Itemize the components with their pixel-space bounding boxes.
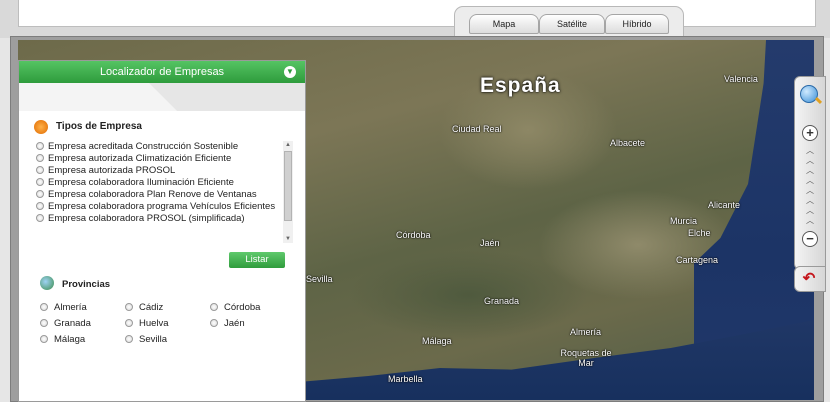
radio-button[interactable]	[125, 319, 133, 327]
zoom-step-icon[interactable]: ︿	[803, 187, 817, 195]
radio-button[interactable]	[210, 319, 218, 327]
map-label-city: Córdoba	[396, 230, 431, 240]
company-type-option[interactable]: Empresa colaboradora PROSOL (simplificad…	[34, 213, 280, 224]
scroll-up-icon[interactable]: ▲	[283, 141, 293, 149]
listar-button[interactable]: Listar	[229, 252, 285, 268]
company-list-scrollbar[interactable]: ▲ ▼	[283, 141, 293, 243]
radio-button[interactable]	[36, 166, 44, 174]
terrain-region	[348, 250, 588, 340]
province-option[interactable]: Granada	[40, 318, 91, 329]
province-option[interactable]: Córdoba	[210, 302, 260, 313]
province-option[interactable]: Huelva	[125, 318, 169, 329]
radio-button[interactable]	[40, 319, 48, 327]
company-type-icon	[34, 120, 48, 134]
zoom-step-icon[interactable]: ︿	[803, 167, 817, 175]
province-option[interactable]: Málaga	[40, 334, 85, 345]
company-type-option[interactable]: Empresa colaboradora programa Vehículos …	[34, 201, 280, 212]
radio-button[interactable]	[36, 154, 44, 162]
company-type-list[interactable]: Empresa acreditada Construcción Sostenib…	[34, 141, 280, 243]
panel-title: Localizador de Empresas	[99, 66, 225, 78]
tab-hibrido[interactable]: Híbrido	[605, 14, 669, 34]
map-label-city: Albacete	[610, 138, 646, 148]
map-label-city: Alicante	[708, 200, 741, 210]
company-type-option[interactable]: Empresa autorizada Climatización Eficien…	[34, 153, 280, 164]
map-label-city: Murcia	[670, 216, 698, 226]
zoom-step-icon[interactable]: ︿	[803, 147, 817, 155]
zoom-out-icon[interactable]: −	[802, 231, 818, 247]
tab-mapa[interactable]: Mapa	[469, 14, 539, 34]
zoom-step-icon[interactable]: ︿	[803, 197, 817, 205]
map-label-city: Ciudad Real	[452, 124, 502, 134]
map-label-city: Valencia	[724, 74, 758, 84]
province-option[interactable]: Cádiz	[125, 302, 163, 313]
radio-button[interactable]	[125, 303, 133, 311]
company-type-option[interactable]: Empresa acreditada Construcción Sostenib…	[34, 141, 280, 152]
radio-button[interactable]	[125, 335, 133, 343]
radio-button[interactable]	[36, 142, 44, 150]
company-type-option[interactable]: Empresa autorizada PROSOL	[34, 165, 280, 176]
provinces-title: Provincias	[62, 279, 111, 290]
map-label-city: Málaga	[422, 336, 452, 346]
company-type-option[interactable]: Empresa colaboradora Iluminación Eficien…	[34, 177, 280, 188]
map-label-city: Granada	[484, 296, 520, 306]
panel-header[interactable]: Localizador de Empresas ▼	[19, 61, 305, 83]
map-label-city: Almería	[570, 327, 602, 337]
globe-icon	[40, 276, 54, 290]
province-option[interactable]: Almería	[40, 302, 87, 313]
zoom-in-icon[interactable]: +	[802, 125, 818, 141]
map-label-country: España	[480, 74, 561, 97]
map-label-city: Elche	[688, 228, 711, 238]
radio-button[interactable]	[36, 190, 44, 198]
zoom-step-icon[interactable]: ︿	[803, 177, 817, 185]
province-option[interactable]: Sevilla	[125, 334, 167, 345]
radio-button[interactable]	[40, 303, 48, 311]
magnifier-handle	[814, 96, 823, 105]
back-control: ↶	[794, 266, 826, 292]
collapse-arrow-icon[interactable]: ▼	[284, 66, 296, 78]
top-content-area	[18, 0, 816, 27]
scroll-down-icon[interactable]: ▼	[283, 235, 293, 243]
back-arrow-icon[interactable]: ↶	[801, 271, 817, 287]
map-label-city: Sevilla	[306, 274, 333, 284]
province-option[interactable]: Jaén	[210, 318, 245, 329]
radio-button[interactable]	[36, 202, 44, 210]
radio-button[interactable]	[40, 335, 48, 343]
tab-satelite[interactable]: Satélite	[539, 14, 605, 34]
top-bar	[0, 0, 830, 38]
map-label-city: Jaén	[480, 238, 500, 248]
company-type-option[interactable]: Empresa colaboradora Plan Renove de Vent…	[34, 189, 280, 200]
zoom-step-icon[interactable]: ︿	[803, 157, 817, 165]
zoom-control: + ︿ ︿ ︿ ︿ ︿ ︿ ︿ ︿ −	[794, 76, 826, 270]
radio-button[interactable]	[36, 214, 44, 222]
map-label-city: Roquetas de Mar	[560, 348, 612, 368]
company-types-title: Tipos de Empresa	[56, 121, 142, 132]
map-label-city: Marbella	[388, 374, 423, 384]
scroll-thumb[interactable]	[284, 151, 292, 221]
zoom-step-icon[interactable]: ︿	[803, 207, 817, 215]
radio-button[interactable]	[36, 178, 44, 186]
zoom-step-icon[interactable]: ︿	[803, 217, 817, 225]
radio-button[interactable]	[210, 303, 218, 311]
map-label-city: Cartagena	[676, 255, 719, 265]
